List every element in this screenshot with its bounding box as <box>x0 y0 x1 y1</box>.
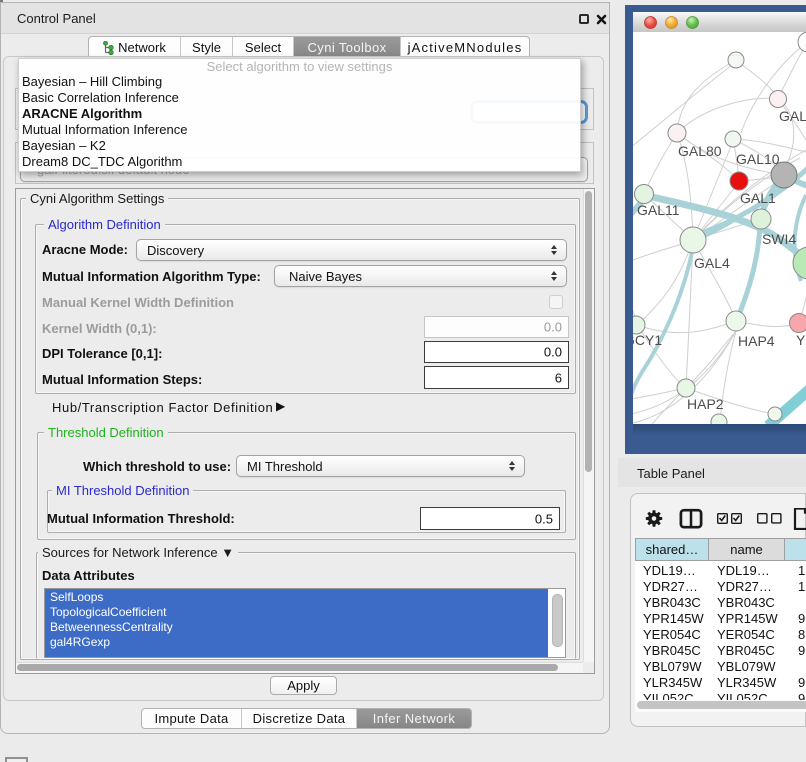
svg-text:GAL10: GAL10 <box>736 151 780 167</box>
svg-text:HAP2: HAP2 <box>687 396 724 412</box>
svg-text:GAL4: GAL4 <box>694 255 730 271</box>
svg-text:GAL11: GAL11 <box>637 202 680 218</box>
svg-text:Y: Y <box>796 332 806 348</box>
svg-text:SWI4: SWI4 <box>762 231 796 247</box>
svg-text:GCY1: GCY1 <box>633 332 662 348</box>
svg-text:GAL80: GAL80 <box>678 143 722 159</box>
svg-text:GAL1: GAL1 <box>740 190 776 206</box>
svg-text:HAP4: HAP4 <box>738 333 775 349</box>
svg-text:GAL7: GAL7 <box>779 108 806 124</box>
